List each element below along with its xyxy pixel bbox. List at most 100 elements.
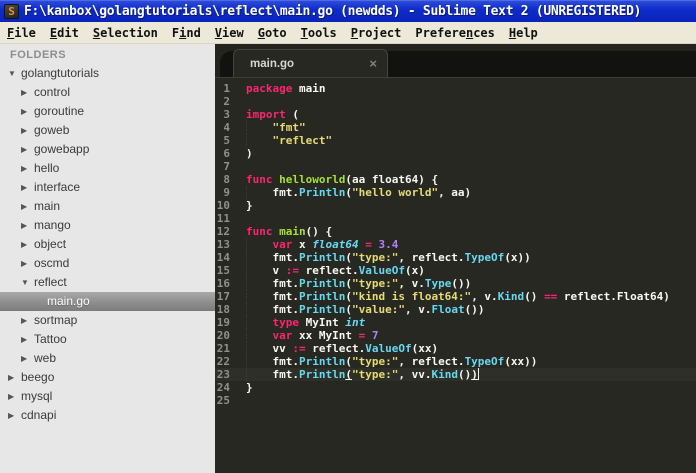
chevron-down-icon[interactable]: ▼	[21, 273, 34, 292]
menu-item-preferences[interactable]: Preferences	[408, 22, 502, 44]
indent-guide	[246, 121, 247, 134]
chevron-right-icon[interactable]: ▶	[21, 216, 34, 235]
code-line-17[interactable]: 17 fmt.Println("kind is float64:", v.Kin…	[215, 290, 696, 303]
chevron-right-icon[interactable]: ▶	[21, 178, 34, 197]
code-token: Type	[424, 277, 452, 290]
code-line-7[interactable]: 7	[215, 160, 696, 173]
menu-item-help[interactable]: Help	[502, 22, 545, 44]
chevron-right-icon[interactable]: ▶	[21, 197, 34, 216]
file-item-main.go[interactable]: main.go	[0, 292, 215, 311]
folder-item-hello[interactable]: ▶ hello	[0, 159, 215, 178]
menu-item-project[interactable]: Project	[344, 22, 409, 44]
folder-item-interface[interactable]: ▶ interface	[0, 178, 215, 197]
code-token: , reflect.	[398, 251, 465, 264]
folder-item-cdnapi[interactable]: ▶ cdnapi	[0, 406, 215, 425]
code-line-14[interactable]: 14 fmt.Println("type:", reflect.TypeOf(x…	[215, 251, 696, 264]
code-line-3[interactable]: 3 import (	[215, 108, 696, 121]
code-text: v := reflect.ValueOf(x)	[246, 264, 425, 277]
chevron-right-icon[interactable]: ▶	[21, 254, 34, 273]
code-line-22[interactable]: 22 fmt.Println("type:", reflect.TypeOf(x…	[215, 355, 696, 368]
code-line-24[interactable]: 24}	[215, 381, 696, 394]
tree-label: control	[34, 85, 71, 99]
code-line-18[interactable]: 18 fmt.Println("value:", v.Float())	[215, 303, 696, 316]
chevron-right-icon[interactable]: ▶	[8, 387, 21, 406]
code-line-4[interactable]: 4 "fmt"	[215, 121, 696, 134]
folder-item-golangtutorials[interactable]: ▼ golangtutorials	[0, 64, 215, 83]
code-token: (	[345, 368, 352, 381]
menu-item-goto[interactable]: Goto	[251, 22, 294, 44]
chevron-right-icon[interactable]: ▶	[21, 349, 34, 368]
code-area[interactable]: 1 package main 2 3 import (4 "fmt" 5 "reflect…	[215, 77, 696, 473]
code-text: vv := reflect.ValueOf(xx)	[246, 342, 438, 355]
code-line-11[interactable]: 11	[215, 212, 696, 225]
code-line-16[interactable]: 16 fmt.Println("type:", v.Type())	[215, 277, 696, 290]
menu-item-file[interactable]: File	[0, 22, 43, 44]
folder-item-mysql[interactable]: ▶ mysql	[0, 387, 215, 406]
chevron-right-icon[interactable]: ▶	[21, 159, 34, 178]
chevron-right-icon[interactable]: ▶	[8, 406, 21, 425]
chevron-right-icon[interactable]: ▶	[21, 330, 34, 349]
tree-label: main	[34, 199, 61, 213]
menu-item-selection[interactable]: Selection	[86, 22, 165, 44]
code-line-21[interactable]: 21 vv := reflect.ValueOf(xx)	[215, 342, 696, 355]
folder-item-web[interactable]: ▶ web	[0, 349, 215, 368]
folder-item-beego[interactable]: ▶ beego	[0, 368, 215, 387]
menu-item-tools[interactable]: Tools	[294, 22, 344, 44]
chevron-right-icon[interactable]: ▶	[21, 235, 34, 254]
code-token: }	[246, 381, 253, 394]
menu-item-find[interactable]: Find	[165, 22, 208, 44]
line-number: 6	[223, 147, 230, 160]
chevron-right-icon[interactable]: ▶	[21, 121, 34, 140]
folder-item-mango[interactable]: ▶ mango	[0, 216, 215, 235]
code-line-20[interactable]: 20 var xx MyInt = 7	[215, 329, 696, 342]
folder-item-goroutine[interactable]: ▶ goroutine	[0, 102, 215, 121]
sidebar: FOLDERS ▼ golangtutorials ▶ control ▶ gorouti…	[0, 44, 215, 473]
chevron-right-icon[interactable]: ▶	[21, 140, 34, 159]
code-line-15[interactable]: 15 v := reflect.ValueOf(x)	[215, 264, 696, 277]
code-line-6[interactable]: 6)	[215, 147, 696, 160]
line-number: 11	[216, 212, 230, 225]
folder-item-reflect[interactable]: ▼ reflect	[0, 273, 215, 292]
code-token: (	[345, 186, 352, 199]
code-line-5[interactable]: 5 "reflect"	[215, 134, 696, 147]
code-token: main	[292, 82, 326, 95]
folder-item-oscmd[interactable]: ▶ oscmd	[0, 254, 215, 273]
code-token: , v.	[398, 277, 425, 290]
chevron-right-icon[interactable]: ▶	[21, 83, 34, 102]
folder-item-goweb[interactable]: ▶ goweb	[0, 121, 215, 140]
chevron-right-icon[interactable]: ▶	[21, 311, 34, 330]
folder-item-control[interactable]: ▶ control	[0, 83, 215, 102]
folder-item-tattoo[interactable]: ▶ Tattoo	[0, 330, 215, 349]
chevron-right-icon[interactable]: ▶	[8, 368, 21, 387]
menu-item-view[interactable]: View	[208, 22, 251, 44]
folder-tree: ▼ golangtutorials ▶ control ▶ goroutine ▶ goweb…	[0, 64, 215, 425]
code-line-10[interactable]: 10}	[215, 199, 696, 212]
line-number: 4	[223, 121, 230, 134]
code-line-25[interactable]: 25	[215, 394, 696, 407]
code-token: var	[272, 238, 293, 251]
code-token: Kind	[431, 368, 458, 381]
tree-label: object	[34, 237, 67, 251]
code-line-2[interactable]: 2	[215, 95, 696, 108]
code-line-9[interactable]: 9 fmt.Println("hello world", aa)	[215, 186, 696, 199]
menu-item-edit[interactable]: Edit	[43, 22, 86, 44]
chevron-down-icon[interactable]: ▼	[8, 64, 21, 83]
code-line-1[interactable]: 1 package main	[215, 82, 696, 95]
code-token: "type:"	[351, 355, 399, 368]
folder-item-sortmap[interactable]: ▶ sortmap	[0, 311, 215, 330]
code-line-23[interactable]: 23 fmt.Println("type:", vv.Kind())	[215, 368, 696, 381]
tab-close-icon[interactable]: ×	[369, 50, 377, 78]
code-line-19[interactable]: 19 type MyInt int	[215, 316, 696, 329]
code-line-8[interactable]: 8 func helloworld(aa float64) {	[215, 173, 696, 186]
indent-guide	[246, 277, 247, 290]
tab-main-go[interactable]: main.go ×	[233, 49, 388, 77]
tree-label: interface	[34, 180, 81, 194]
folder-item-gowebapp[interactable]: ▶ gowebapp	[0, 140, 215, 159]
chevron-right-icon[interactable]: ▶	[21, 102, 34, 121]
folder-item-main[interactable]: ▶ main	[0, 197, 215, 216]
code-line-12[interactable]: 12 func main() {	[215, 225, 696, 238]
code-line-13[interactable]: 13 var x float64 = 3.4	[215, 238, 696, 251]
folder-item-object[interactable]: ▶ object	[0, 235, 215, 254]
